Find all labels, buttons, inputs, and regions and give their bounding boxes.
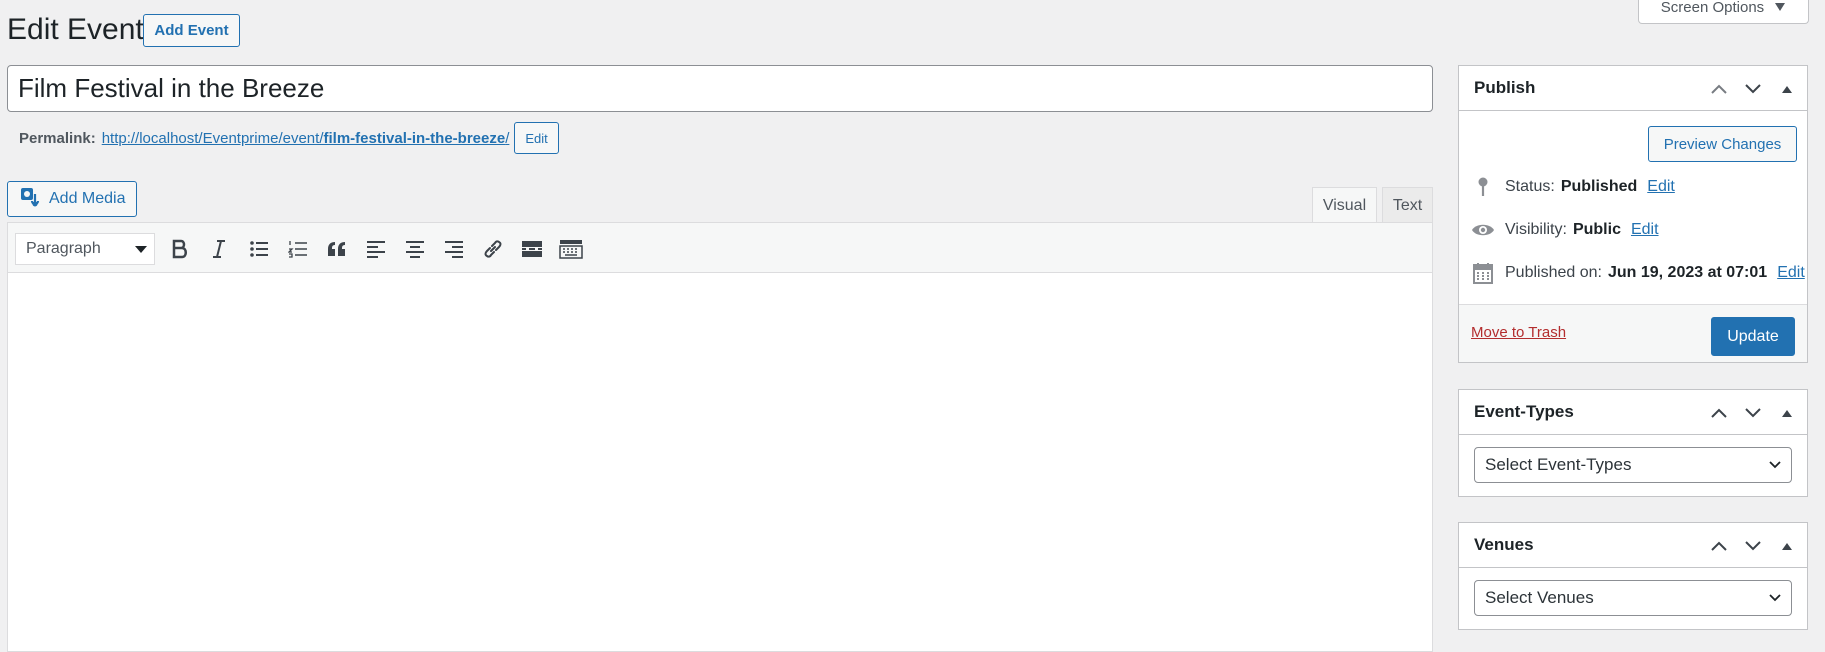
event-types-box-title: Event-Types bbox=[1474, 402, 1574, 421]
published-on-row: Published on: Jun 19, 2023 at 07:01 Edit bbox=[1471, 261, 1805, 285]
venues-select[interactable]: Select Venues bbox=[1474, 580, 1792, 616]
collapse-icon[interactable] bbox=[1777, 403, 1797, 423]
event-types-select-value: Select Event-Types bbox=[1485, 455, 1632, 474]
move-to-trash-link[interactable]: Move to Trash bbox=[1471, 324, 1566, 341]
permalink-slug: film-festival-in-the-breeze bbox=[323, 129, 506, 147]
blockquote-icon[interactable] bbox=[321, 234, 353, 264]
screen-options-label: Screen Options bbox=[1660, 0, 1765, 16]
publish-actions: Move to Trash Update bbox=[1459, 304, 1807, 362]
bullet-list-icon[interactable] bbox=[243, 234, 275, 264]
tab-visual[interactable]: Visual bbox=[1312, 187, 1377, 223]
page-title: Edit Event bbox=[7, 13, 144, 46]
event-types-select[interactable]: Select Event-Types bbox=[1474, 447, 1792, 483]
media-icon bbox=[19, 186, 41, 213]
status-row: Status: Published Edit bbox=[1471, 175, 1675, 199]
permalink-link[interactable]: http://localhost/Eventprime/event/film-f… bbox=[102, 130, 510, 147]
chevron-down-icon[interactable] bbox=[1743, 79, 1763, 99]
published-label: Published on: bbox=[1505, 264, 1602, 281]
status-label: Status: bbox=[1505, 178, 1555, 195]
add-media-button[interactable]: Add Media bbox=[7, 181, 137, 217]
eye-icon bbox=[1471, 218, 1495, 242]
align-center-icon[interactable] bbox=[399, 234, 431, 264]
update-button[interactable]: Update bbox=[1711, 317, 1795, 356]
post-title-input[interactable]: Film Festival in the Breeze bbox=[7, 65, 1433, 112]
event-types-box-header: Event-Types bbox=[1459, 390, 1807, 435]
publish-box-header: Publish bbox=[1459, 66, 1807, 111]
screen-options-button[interactable]: Screen Options bbox=[1638, 0, 1809, 24]
venues-box-header: Venues bbox=[1459, 523, 1807, 568]
preview-changes-button[interactable]: Preview Changes bbox=[1648, 126, 1797, 162]
format-select[interactable]: Paragraph bbox=[15, 233, 155, 265]
published-value: Jun 19, 2023 at 07:01 bbox=[1607, 264, 1768, 281]
chevron-down-icon bbox=[1769, 461, 1781, 469]
add-event-button[interactable]: Add Event bbox=[143, 14, 240, 47]
editor-toolbar: Paragraph bbox=[8, 223, 1432, 273]
box-controls bbox=[1709, 523, 1797, 568]
toolbar-toggle-icon[interactable] bbox=[555, 234, 587, 264]
permalink-base: http://localhost/Eventprime/event/ bbox=[101, 129, 324, 147]
align-left-icon[interactable] bbox=[360, 234, 392, 264]
add-media-label: Add Media bbox=[49, 190, 126, 207]
permalink-row: Permalink: http://localhost/Eventprime/e… bbox=[19, 121, 559, 155]
bold-icon[interactable] bbox=[164, 234, 196, 264]
box-controls bbox=[1709, 66, 1797, 111]
permalink-label: Permalink: bbox=[19, 129, 96, 147]
chevron-up-icon[interactable] bbox=[1709, 536, 1729, 556]
caret-down-icon bbox=[135, 246, 147, 253]
permalink-edit-button[interactable]: Edit bbox=[514, 122, 559, 154]
permalink-trailing: / bbox=[505, 129, 510, 147]
visibility-value: Public bbox=[1572, 221, 1621, 238]
chevron-down-icon[interactable] bbox=[1743, 403, 1763, 423]
visibility-edit-link[interactable]: Edit bbox=[1631, 221, 1659, 239]
chevron-down-icon bbox=[1769, 594, 1781, 602]
read-more-icon[interactable] bbox=[516, 234, 548, 264]
event-types-box: Event-Types Select Event-Types bbox=[1458, 389, 1808, 497]
chevron-down-icon[interactable] bbox=[1743, 536, 1763, 556]
visibility-label: Visibility: bbox=[1505, 221, 1567, 238]
chevron-up-icon[interactable] bbox=[1709, 403, 1729, 423]
content-editor[interactable]: Paragraph bbox=[7, 222, 1433, 652]
format-select-value: Paragraph bbox=[26, 240, 101, 257]
collapse-icon[interactable] bbox=[1777, 536, 1797, 556]
venues-select-value: Select Venues bbox=[1485, 588, 1594, 607]
box-controls bbox=[1709, 390, 1797, 435]
pin-icon bbox=[1471, 175, 1495, 199]
status-value: Published bbox=[1560, 178, 1638, 195]
visibility-row: Visibility: Public Edit bbox=[1471, 218, 1659, 242]
numbered-list-icon[interactable] bbox=[282, 234, 314, 264]
publish-box: Publish Preview Changes Status: Publishe… bbox=[1458, 65, 1808, 363]
status-edit-link[interactable]: Edit bbox=[1647, 178, 1675, 196]
venues-box-title: Venues bbox=[1474, 535, 1534, 554]
italic-icon[interactable] bbox=[203, 234, 235, 264]
collapse-icon[interactable] bbox=[1777, 79, 1797, 99]
chevron-up-icon[interactable] bbox=[1709, 79, 1729, 99]
calendar-icon bbox=[1471, 261, 1495, 285]
publish-box-title: Publish bbox=[1474, 78, 1536, 97]
tab-text[interactable]: Text bbox=[1382, 187, 1433, 223]
link-icon[interactable] bbox=[477, 234, 509, 264]
published-edit-link[interactable]: Edit bbox=[1777, 264, 1805, 282]
venues-box: Venues Select Venues bbox=[1458, 522, 1808, 630]
align-right-icon[interactable] bbox=[438, 234, 470, 264]
caret-down-icon bbox=[1774, 0, 1786, 16]
